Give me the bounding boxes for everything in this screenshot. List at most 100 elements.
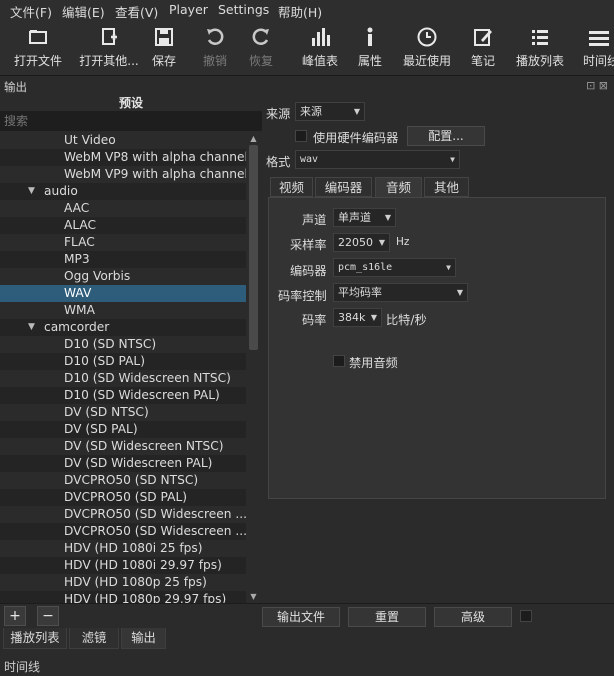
tree-item-label: HDV (HD 1080p 29.97 fps) — [64, 592, 227, 603]
tree-preset-item[interactable]: HDV (HD 1080p 25 fps) — [0, 574, 246, 591]
notes-button[interactable]: 笔记 — [465, 24, 501, 72]
preset-scroll-thumb[interactable] — [249, 145, 258, 350]
toolbar: 打开文件 打开其他... 保存 撤销 恢复 峰值表 属性 最近使用 笔记 播放列… — [0, 20, 614, 76]
preset-tree[interactable]: Ut Video WebM VP8 with alpha channel WebM … — [0, 132, 246, 603]
chevron-down-icon: ▼ — [384, 213, 391, 222]
samplerate-combo[interactable]: 22050 ▼ — [333, 233, 390, 252]
codec-combo[interactable]: pcm_s16le ▼ — [333, 258, 456, 277]
advanced-checkbox[interactable] — [520, 610, 532, 622]
tree-preset-item[interactable]: WMA — [0, 302, 246, 319]
format-label: 格式 — [266, 155, 291, 169]
tree-item-label: HDV (HD 1080i 25 fps) — [64, 541, 203, 555]
format-combo[interactable]: wav ▼ — [295, 150, 460, 169]
recent-button[interactable]: 最近使用 — [400, 24, 454, 72]
tree-preset-item[interactable]: MP3 — [0, 251, 246, 268]
tree-preset-item[interactable]: WebM VP9 with alpha channel — [0, 166, 246, 183]
clock-icon — [417, 27, 437, 47]
undo-button[interactable]: 撤销 — [196, 24, 234, 72]
disable-audio-label: 禁用音频 — [349, 356, 398, 370]
playlist-button[interactable]: 播放列表 — [512, 24, 568, 72]
tree-preset-item[interactable]: AAC — [0, 200, 246, 217]
tree-item-label: DVCPRO50 (SD NTSC) — [64, 473, 199, 487]
tree-preset-item[interactable]: DVCPRO50 (SD NTSC) — [0, 472, 246, 489]
ratecontrol-label: 码率控制 — [278, 289, 327, 303]
menu-view[interactable]: 查看(V) — [115, 2, 158, 21]
folder-open-icon — [29, 30, 47, 44]
tree-preset-item[interactable]: HDV (HD 1080i 25 fps) — [0, 540, 246, 557]
preset-search-input[interactable] — [0, 111, 262, 131]
tree-preset-item[interactable]: D10 (SD Widescreen PAL) — [0, 387, 246, 404]
tab-other[interactable]: 其他 — [424, 177, 469, 197]
recent-label: 最近使用 — [402, 54, 451, 68]
tree-item-label: DV (SD Widescreen PAL) — [64, 456, 213, 470]
menu-edit[interactable]: 编辑(E) — [62, 2, 105, 21]
source-combo[interactable]: 来源 ▼ — [295, 102, 365, 121]
redo-label: 恢复 — [248, 54, 273, 68]
redo-button[interactable]: 恢复 — [242, 24, 280, 72]
reset-button[interactable]: 重置 — [348, 607, 426, 627]
tree-item-label: ALAC — [64, 218, 97, 232]
disable-audio-checkbox[interactable] — [333, 355, 345, 367]
channels-combo[interactable]: 单声道 ▼ — [333, 208, 396, 227]
properties-button[interactable]: 属性 — [352, 24, 388, 72]
tree-category[interactable]: ▼ camcorder — [0, 319, 246, 336]
divider — [0, 603, 614, 604]
expand-arrow-icon[interactable]: ▼ — [28, 319, 35, 336]
tab-audio[interactable]: 音频 — [375, 177, 422, 198]
tree-preset-item[interactable]: Ogg Vorbis — [0, 268, 246, 285]
configure-button[interactable]: 配置... — [407, 126, 485, 146]
tab-export[interactable]: 输出 — [121, 628, 166, 649]
tree-preset-item[interactable]: WAV — [0, 285, 246, 302]
redo-icon — [252, 28, 269, 45]
open-file-button[interactable]: 打开文件 — [8, 24, 68, 72]
expand-arrow-icon[interactable]: ▼ — [28, 183, 35, 200]
scroll-down-icon[interactable]: ▼ — [248, 591, 259, 602]
scroll-up-icon[interactable]: ▲ — [248, 133, 259, 144]
channels-value: 单声道 — [338, 211, 371, 224]
menu-file[interactable]: 文件(F) — [10, 2, 52, 21]
remove-preset-button[interactable]: − — [37, 606, 59, 626]
tree-preset-item[interactable]: HDV (HD 1080p 29.97 fps) — [0, 591, 246, 603]
bitrate-combo[interactable]: 384k ▼ — [333, 308, 382, 327]
save-icon — [155, 28, 173, 46]
dock-float-close-icons[interactable]: ⊡ ⊠ — [586, 79, 608, 92]
timeline-button[interactable]: 时间线 — [583, 24, 614, 72]
tree-preset-item[interactable]: HDV (HD 1080i 29.97 fps) — [0, 557, 246, 574]
tree-item-label: D10 (SD Widescreen PAL) — [64, 388, 220, 402]
menu-settings[interactable]: Settings — [218, 2, 269, 17]
tree-preset-item[interactable]: DV (SD Widescreen PAL) — [0, 455, 246, 472]
playlist-icon — [532, 30, 548, 45]
add-preset-button[interactable]: + — [4, 606, 26, 626]
tree-preset-item[interactable]: DVCPRO50 (SD Widescreen ... — [0, 506, 246, 523]
bitrate-value: 384k — [338, 311, 366, 324]
tree-preset-item[interactable]: DVCPRO50 (SD PAL) — [0, 489, 246, 506]
codec-label: 编码器 — [290, 264, 327, 278]
tree-preset-item[interactable]: DVCPRO50 (SD Widescreen ... — [0, 523, 246, 540]
tree-preset-item[interactable]: DV (SD PAL) — [0, 421, 246, 438]
advanced-button[interactable]: 高级 — [434, 607, 512, 627]
tree-preset-item[interactable]: FLAC — [0, 234, 246, 251]
tree-preset-item[interactable]: WebM VP8 with alpha channel — [0, 149, 246, 166]
tree-category[interactable]: ▼ audio — [0, 183, 246, 200]
tree-preset-item[interactable]: D10 (SD PAL) — [0, 353, 246, 370]
tree-preset-item[interactable]: DV (SD NTSC) — [0, 404, 246, 421]
ratecontrol-combo[interactable]: 平均码率 ▼ — [333, 283, 468, 302]
open-other-button[interactable]: 打开其他... — [76, 24, 142, 72]
tree-preset-item[interactable]: DV (SD Widescreen NTSC) — [0, 438, 246, 455]
export-file-button[interactable]: 输出文件 — [262, 607, 340, 627]
tree-preset-item[interactable]: D10 (SD Widescreen NTSC) — [0, 370, 246, 387]
tab-codec[interactable]: 编码器 — [315, 177, 372, 197]
samplerate-value: 22050 — [338, 236, 373, 249]
tab-filters[interactable]: 滤镜 — [69, 628, 119, 649]
tab-playlist[interactable]: 播放列表 — [3, 628, 67, 649]
save-button[interactable]: 保存 — [145, 24, 183, 72]
hw-encoder-checkbox[interactable] — [295, 130, 307, 142]
tree-preset-item[interactable]: ALAC — [0, 217, 246, 234]
tree-preset-item[interactable]: Ut Video — [0, 132, 246, 149]
peak-meter-button[interactable]: 峰值表 — [297, 24, 343, 72]
tab-video[interactable]: 视频 — [270, 177, 313, 197]
menu-help[interactable]: 帮助(H) — [278, 2, 322, 21]
tree-preset-item[interactable]: D10 (SD NTSC) — [0, 336, 246, 353]
menu-player[interactable]: Player — [169, 2, 208, 17]
ratecontrol-value: 平均码率 — [338, 286, 382, 299]
